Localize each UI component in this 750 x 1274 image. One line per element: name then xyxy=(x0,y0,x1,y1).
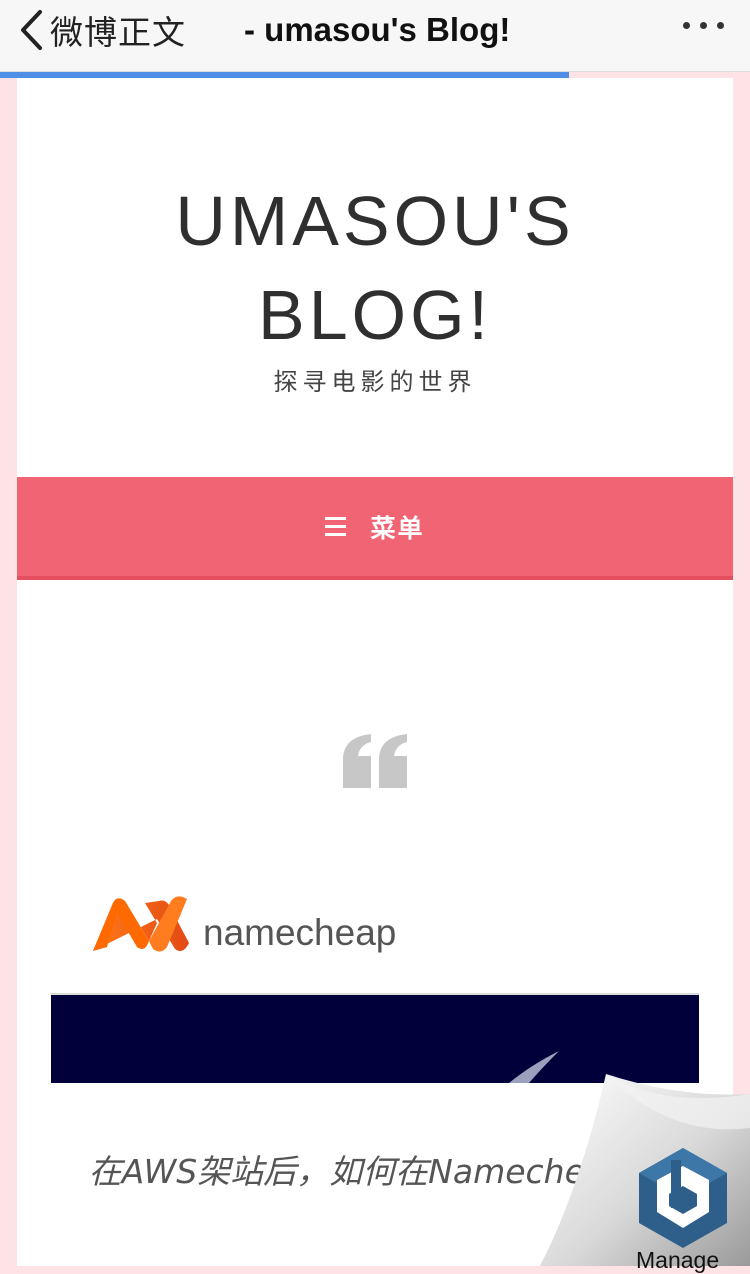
site-title-line-2: BLOG! xyxy=(258,276,492,354)
namecheap-logo-icon[interactable] xyxy=(91,895,191,955)
quote-icon xyxy=(343,734,407,788)
hamburger-icon xyxy=(325,517,347,536)
top-nav-bar: 微博正文 - umasou's Blog! xyxy=(0,0,750,72)
menu-label: 菜单 xyxy=(370,513,425,543)
back-button[interactable]: 微博正文 xyxy=(18,8,186,52)
menu-toggle-button[interactable]: 菜单 xyxy=(17,477,733,580)
back-label: 微博正文 xyxy=(50,13,186,52)
manage-label: Manage xyxy=(636,1247,720,1273)
chevron-left-icon xyxy=(21,10,42,50)
nav-title: - umasou's Blog! xyxy=(244,11,511,48)
site-tagline: 探寻电影的世界 xyxy=(273,368,477,396)
more-options-icon[interactable] xyxy=(683,22,724,29)
site-title-line-1: UMASOU'S xyxy=(175,182,575,260)
namecheap-wordmark: namecheap xyxy=(203,912,397,953)
site-title[interactable]: UMASOU'S BLOG! xyxy=(17,174,733,362)
manage-app-icon[interactable] xyxy=(637,1146,729,1250)
